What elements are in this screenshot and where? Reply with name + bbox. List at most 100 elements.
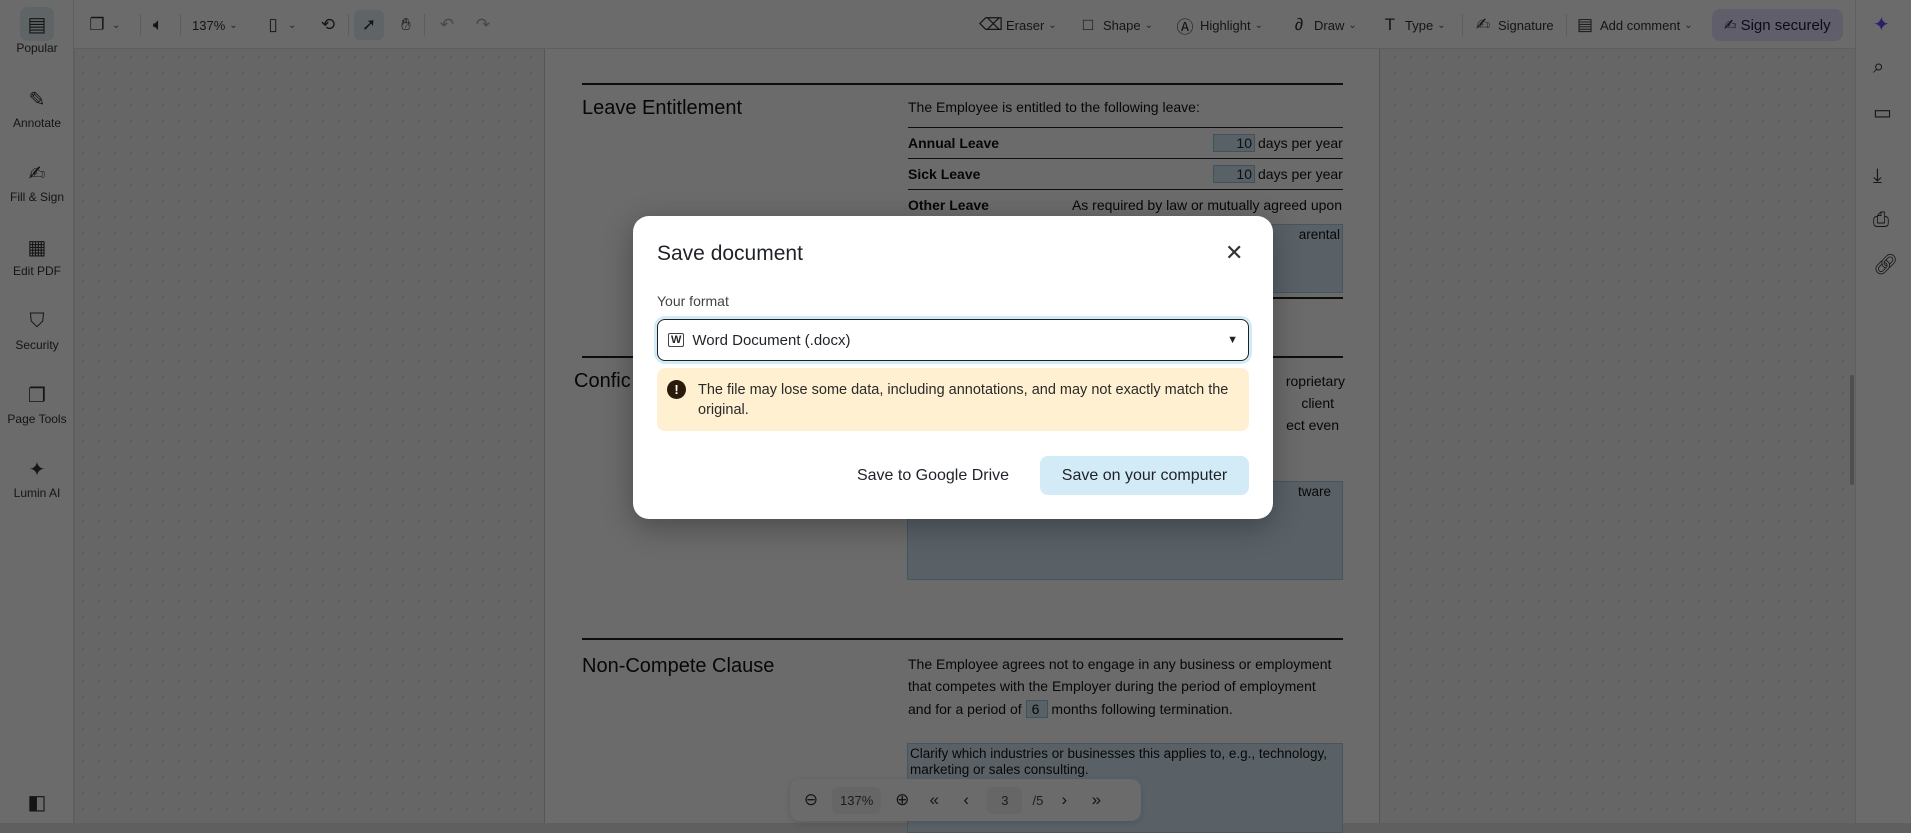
page-tools-icon: ❐: [28, 384, 46, 407]
sidebar-item-security[interactable]: ⛉ Security: [0, 304, 74, 353]
section-title: Confic: [574, 370, 631, 392]
sparkle-icon: ✦: [28, 458, 46, 481]
page-view-icon[interactable]: ▯: [262, 14, 284, 36]
word-doc-icon: W: [668, 333, 685, 347]
rotate-icon[interactable]: ⟲: [317, 14, 339, 36]
chevron-down-icon[interactable]: ⌄: [1348, 20, 1356, 31]
sidebar-label: Lumin AI: [13, 486, 61, 500]
sidebar-label: Popular: [16, 41, 58, 55]
sidebar-item-fill-sign[interactable]: ✍︎ Fill & Sign: [0, 156, 74, 205]
collapse-sidebar-button[interactable]: ◧: [0, 785, 74, 819]
chevron-down-icon[interactable]: ⌄: [112, 20, 120, 31]
link-icon[interactable]: 🔗︎: [1873, 252, 1898, 277]
chevron-down-icon[interactable]: ⌄: [229, 20, 237, 31]
sidebar-label: Security: [15, 338, 59, 352]
popular-icon: ▤: [20, 7, 54, 41]
sidebar-item-annotate[interactable]: ✎ Annotate: [0, 82, 74, 131]
save-on-computer-button[interactable]: Save on your computer: [1040, 456, 1249, 495]
sign-securely-button[interactable]: ✍︎ Sign securely: [1712, 9, 1843, 41]
redo-icon[interactable]: ↷: [472, 14, 494, 36]
annual-leave-field[interactable]: 10: [1213, 134, 1255, 152]
chevron-down-icon[interactable]: ⌄: [1145, 20, 1153, 31]
tool-label: Eraser: [1006, 17, 1045, 33]
zoom-select[interactable]: 137%: [192, 18, 225, 33]
format-value: Word Document (.docx): [692, 331, 851, 349]
chevron-down-icon[interactable]: ⌄: [1684, 20, 1692, 31]
close-icon[interactable]: ✕: [1225, 240, 1243, 266]
sidebar-item-page-tools[interactable]: ❐ Page Tools: [0, 378, 74, 427]
noncompete-text: The Employee agrees not to engage in any…: [908, 656, 1332, 672]
highlight-tool[interactable]: Ⓐ Highlight ⌄: [1174, 12, 1263, 38]
chevron-down-icon[interactable]: ⌄: [1255, 20, 1263, 31]
annual-leave-label: Annual Leave: [908, 135, 1000, 151]
download-icon[interactable]: ⤓: [1873, 165, 1882, 188]
months-field[interactable]: 6: [1025, 700, 1048, 718]
section-title: Leave Entitlement: [582, 97, 743, 119]
last-page-icon[interactable]: »: [1085, 789, 1107, 811]
add-comment-tool[interactable]: ▤ Add comment ⌄: [1574, 12, 1693, 38]
tool-label: Add comment: [1600, 17, 1681, 33]
pen-icon: ✎: [28, 88, 46, 111]
conf-text: ect even: [1286, 417, 1339, 433]
save-to-google-drive-button[interactable]: Save to Google Drive: [833, 456, 1033, 495]
chevron-down-icon[interactable]: ⌄: [1437, 20, 1445, 31]
noncompete-text: and for a period of: [908, 701, 1022, 717]
comment-icon: ▤: [1576, 15, 1594, 34]
section-title: Non-Compete Clause: [582, 655, 775, 677]
unit-text: days per year: [1258, 135, 1343, 151]
noncompete-text: months following termination.: [1051, 701, 1233, 717]
next-page-icon[interactable]: ›: [1053, 789, 1075, 811]
zoom-in-icon[interactable]: ⊕: [891, 789, 913, 811]
print-icon[interactable]: ⎙: [1873, 209, 1889, 232]
save-document-dialog: Save document ✕ Your format W Word Docum…: [633, 216, 1273, 519]
tool-label: Highlight: [1200, 17, 1251, 33]
page-navigation-bar: ⊖ 137% ⊕ « ‹ 3 /5 › »: [790, 779, 1141, 821]
warning-banner: ! The file may lose some data, including…: [657, 368, 1249, 431]
read-aloud-icon[interactable]: 🔈︎: [147, 14, 169, 36]
chevron-down-icon[interactable]: ⌄: [1048, 20, 1056, 31]
draw-icon: ∂: [1294, 15, 1304, 34]
sidebar-item-edit-pdf[interactable]: ▦ Edit PDF: [0, 230, 74, 279]
hand-icon[interactable]: ✋︎: [395, 14, 417, 36]
square-icon: □: [1082, 15, 1094, 34]
left-sidebar: ▤ Popular ✎ Annotate ✍︎ Fill & Sign ▦ Edit P…: [0, 0, 74, 823]
zoom-out-icon[interactable]: ⊖: [800, 789, 822, 811]
sidebar-item-lumin-ai[interactable]: ✦ Lumin AI: [0, 452, 74, 501]
pages-icon[interactable]: ❐: [86, 14, 108, 36]
sidebar-label: Annotate: [12, 116, 62, 130]
conf-text: roprietary: [1285, 373, 1345, 389]
top-toolbar: ❐ ⌄ 🔈︎ 137% ⌄ ▯ ⌄ ⟲ ➚ ✋︎ ↶ ↷ ⌫ Eraser ⌄ □ Shap…: [0, 0, 1911, 49]
page-input[interactable]: 3: [987, 786, 1023, 814]
unit-text: days per year: [1258, 166, 1343, 182]
dialog-title: Save document: [657, 242, 803, 265]
signature-tool[interactable]: ✍︎ Signature: [1472, 12, 1554, 38]
sidebar-label: Page Tools: [7, 412, 67, 426]
undo-icon[interactable]: ↶: [436, 14, 458, 36]
first-page-icon[interactable]: «: [923, 789, 945, 811]
sidebar-item-popular[interactable]: ▤ Popular: [0, 7, 74, 55]
prev-page-icon[interactable]: ‹: [955, 789, 977, 811]
select-cursor-icon[interactable]: ➚: [354, 10, 384, 40]
page-total: /5: [1032, 792, 1044, 808]
caret-down-icon: ▼: [1227, 334, 1238, 346]
chevron-down-icon[interactable]: ⌄: [288, 20, 296, 31]
sign-label: Sign securely: [1740, 16, 1831, 34]
shape-tool[interactable]: □ Shape ⌄: [1077, 12, 1153, 38]
type-tool[interactable]: T Type ⌄: [1379, 12, 1446, 38]
ai-sparkle-icon[interactable]: ✦: [1873, 12, 1890, 37]
search-icon[interactable]: ⌕: [1873, 56, 1884, 79]
leave-intro: The Employee is entitled to the followin…: [908, 99, 1200, 115]
warning-text: The file may lose some data, including a…: [698, 382, 1229, 418]
signature-icon: ✍︎: [1724, 17, 1737, 34]
draw-tool[interactable]: ∂ Draw ⌄: [1288, 12, 1357, 38]
sick-leave-field[interactable]: 10: [1213, 165, 1255, 183]
comments-icon[interactable]: ▭: [1873, 100, 1892, 125]
other-leave-value: As required by law or mutually agreed up…: [1071, 197, 1342, 213]
scrollbar[interactable]: [1850, 375, 1854, 485]
tool-label: Signature: [1498, 17, 1554, 33]
zoom-value[interactable]: 137%: [832, 786, 882, 814]
fill-sign-icon: ✍︎: [28, 162, 46, 185]
highlight-icon: Ⓐ: [1176, 17, 1194, 37]
format-select[interactable]: W Word Document (.docx) ▼: [657, 319, 1249, 361]
eraser-tool[interactable]: ⌫ Eraser ⌄: [979, 12, 1057, 38]
